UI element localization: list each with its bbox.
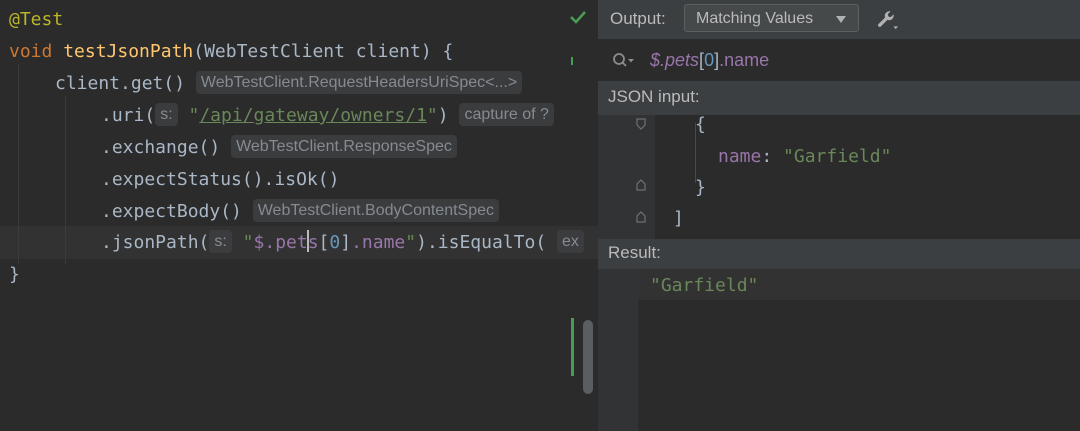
type-hint: WebTestClient.ResponseSpec bbox=[231, 135, 457, 158]
type-hint: WebTestClient.BodyContentSpec bbox=[253, 199, 499, 222]
result-header: Result: bbox=[598, 239, 1080, 269]
expr-root: $.pets bbox=[650, 50, 699, 70]
quote: " bbox=[405, 232, 416, 253]
code-line-9: } bbox=[0, 259, 598, 291]
bracket: ] bbox=[340, 232, 351, 253]
fold-icon[interactable] bbox=[636, 118, 646, 130]
change-marker bbox=[571, 57, 573, 65]
jsonpath-evaluate-panel: Output: Matching Values $.pets[0].name J… bbox=[598, 0, 1080, 431]
result-label: Result: bbox=[608, 243, 661, 263]
code-line-5: .exchange() WebTestClient.ResponseSpec bbox=[0, 132, 598, 164]
code: client.get() bbox=[55, 73, 185, 94]
expr-field: .name bbox=[719, 50, 769, 70]
output-label: Output: bbox=[610, 9, 666, 29]
fold-icon[interactable] bbox=[636, 179, 646, 191]
bracket: ] bbox=[673, 208, 684, 229]
chevron-down-icon bbox=[836, 16, 846, 23]
change-marker bbox=[571, 318, 574, 376]
expr-index: 0 bbox=[704, 50, 714, 70]
type-hint: capture of ? bbox=[459, 103, 554, 126]
quote: " bbox=[427, 105, 438, 126]
code: .expectStatus().isOk() bbox=[101, 169, 339, 190]
json-line: name: "Garfield" bbox=[718, 141, 891, 172]
code: ) bbox=[438, 105, 449, 126]
keyword: void bbox=[9, 41, 52, 62]
panel-toolbar: Output: Matching Values bbox=[598, 0, 1080, 39]
json-value: "Garfield" bbox=[783, 146, 891, 167]
jsonpath-expression: $.pets[0].name bbox=[650, 47, 769, 73]
code-line-1: @Test bbox=[0, 4, 598, 36]
code: } bbox=[9, 264, 20, 285]
type-hint: WebTestClient.RequestHeadersUriSpec<...> bbox=[196, 71, 522, 94]
json-line: } bbox=[695, 172, 706, 203]
output-mode-dropdown[interactable]: Matching Values bbox=[684, 4, 859, 32]
result-editor[interactable]: "Garfield" bbox=[598, 269, 1080, 431]
result-value: "Garfield" bbox=[650, 275, 758, 296]
bracket: [ bbox=[319, 232, 330, 253]
jsonpath-expression-field[interactable]: $.pets[0].name bbox=[598, 39, 1080, 81]
json-input-editor[interactable]: { name: "Garfield" } ] bbox=[598, 115, 1080, 239]
json-key: name bbox=[718, 146, 761, 167]
code-line-3: client.get() WebTestClient.RequestHeader… bbox=[0, 68, 598, 100]
dropdown-value: Matching Values bbox=[696, 10, 813, 28]
code: .expectBody() bbox=[101, 201, 242, 222]
annotation: @Test bbox=[9, 9, 63, 30]
url-link[interactable]: /api/gateway/owners/1 bbox=[199, 105, 427, 126]
code-line-6: .expectStatus().isOk() bbox=[0, 164, 598, 196]
code-line-8: .jsonPath(s: "$.pets[0].name").isEqualTo… bbox=[0, 227, 598, 259]
param-hint: s: bbox=[209, 230, 231, 253]
param-hint-truncated: ex bbox=[557, 230, 584, 253]
search-icon[interactable] bbox=[612, 52, 636, 68]
json-colon: : bbox=[761, 146, 783, 167]
json-input-label: JSON input: bbox=[608, 87, 700, 107]
jsonpath-field: .name bbox=[351, 232, 405, 253]
code-line-2: void testJsonPath(WebTestClient client) … bbox=[0, 36, 598, 68]
fold-icon[interactable] bbox=[636, 211, 646, 223]
json-input-header: JSON input: bbox=[598, 81, 1080, 115]
code: .uri( bbox=[101, 105, 155, 126]
params: (WebTestClient client) { bbox=[193, 41, 453, 62]
code-line-7: .expectBody() WebTestClient.BodyContentS… bbox=[0, 196, 598, 228]
result-line: "Garfield" bbox=[650, 270, 758, 301]
code-editor[interactable]: @Test void testJsonPath(WebTestClient cl… bbox=[0, 0, 598, 431]
quote: " bbox=[188, 105, 199, 126]
json-line: { bbox=[695, 115, 706, 140]
code-line-4: .uri(s: "/api/gateway/owners/1") capture… bbox=[0, 100, 598, 132]
code: ).isEqualTo( bbox=[416, 232, 546, 253]
gutter bbox=[598, 115, 655, 239]
json-line: ] bbox=[673, 203, 684, 234]
jsonpath-root-end: s bbox=[308, 232, 319, 253]
gutter bbox=[598, 269, 638, 431]
wrench-icon[interactable] bbox=[876, 9, 898, 31]
vertical-scrollbar[interactable] bbox=[583, 320, 593, 394]
brace: { bbox=[695, 115, 706, 135]
method-name: testJsonPath bbox=[63, 41, 193, 62]
jsonpath-root: $.pet bbox=[254, 232, 308, 253]
jsonpath-index: 0 bbox=[329, 232, 340, 253]
quote: " bbox=[243, 232, 254, 253]
code: .exchange() bbox=[101, 137, 220, 158]
param-hint: s: bbox=[155, 103, 177, 126]
code: .jsonPath( bbox=[101, 232, 209, 253]
brace: } bbox=[695, 177, 706, 198]
check-icon[interactable] bbox=[569, 10, 587, 24]
